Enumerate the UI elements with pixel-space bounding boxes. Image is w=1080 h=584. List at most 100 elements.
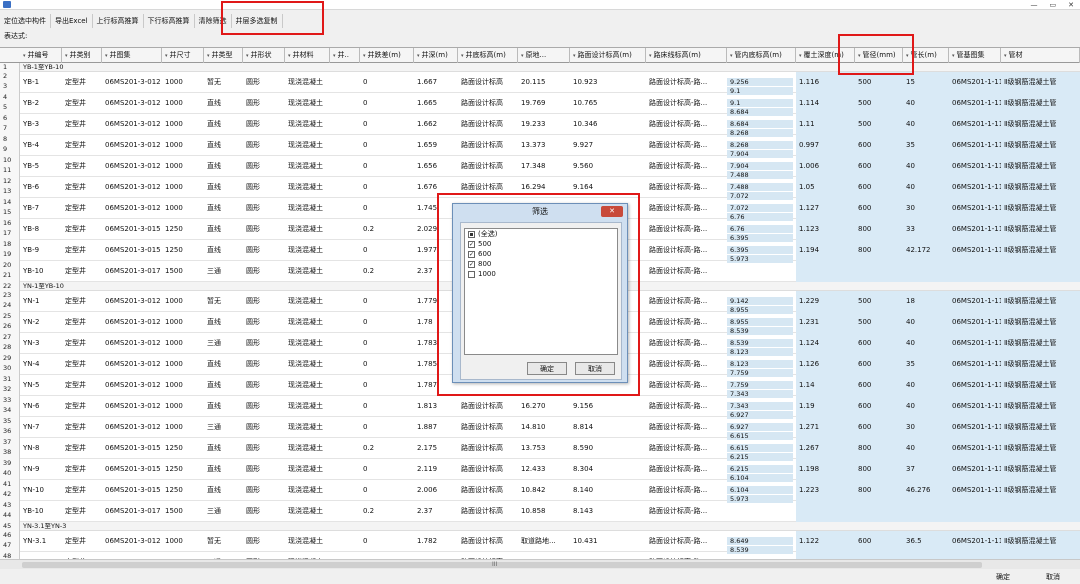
- table-cell[interactable]: 圆形: [243, 375, 285, 396]
- pipe-invert-value[interactable]: 7.759: [727, 381, 793, 389]
- row-number[interactable]: 23: [0, 291, 20, 301]
- table-cell[interactable]: 600: [855, 396, 903, 417]
- table-cell[interactable]: 1250: [162, 438, 204, 459]
- table-cell[interactable]: 40: [903, 93, 949, 114]
- table-cell[interactable]: 1500: [162, 261, 204, 282]
- table-cell[interactable]: 1000: [162, 72, 204, 93]
- row-number[interactable]: 12: [0, 177, 20, 187]
- column-filter-icon[interactable]: ▾: [730, 53, 733, 59]
- table-cell[interactable]: 直线: [204, 375, 243, 396]
- table-cell[interactable]: [796, 501, 855, 522]
- table-cell[interactable]: [903, 261, 949, 282]
- table-cell[interactable]: 现浇混凝土: [285, 198, 330, 219]
- column-header[interactable]: ▾ 路面设计标高(m): [570, 48, 646, 63]
- pipe-invert-value[interactable]: 8.539: [727, 327, 793, 335]
- table-cell[interactable]: [1001, 552, 1080, 559]
- table-cell[interactable]: [796, 552, 855, 559]
- table-cell[interactable]: 500: [855, 312, 903, 333]
- table-cell[interactable]: 现浇混凝土: [285, 552, 330, 559]
- column-header[interactable]: ▾ 井图集: [102, 48, 162, 63]
- table-cell[interactable]: 1.11: [796, 114, 855, 135]
- row-number[interactable]: 32: [0, 385, 20, 396]
- pipe-invert-value[interactable]: 8.123: [727, 360, 793, 368]
- table-cell[interactable]: 10.842: [518, 480, 570, 501]
- table-cell[interactable]: 直线: [204, 114, 243, 135]
- table-cell[interactable]: [330, 480, 360, 501]
- row-number[interactable]: 11: [0, 166, 20, 177]
- table-cell[interactable]: 暂无: [204, 531, 243, 552]
- pipe-invert-value[interactable]: 7.488: [727, 183, 793, 191]
- table-row[interactable]: YN-8 定型井 06MS201-3-015 1250 直线 圆形 现浇混凝土 0.2 2.17…: [20, 438, 1080, 459]
- table-cell[interactable]: 路面设计标高-路...: [646, 312, 727, 333]
- table-cell[interactable]: 2.37: [414, 501, 458, 522]
- table-cell[interactable]: 19.189: [518, 552, 570, 559]
- table-cell[interactable]: [949, 261, 1001, 282]
- table-cell[interactable]: 600: [855, 417, 903, 438]
- table-cell[interactable]: 直线: [204, 156, 243, 177]
- table-cell[interactable]: YB-1: [20, 72, 62, 93]
- table-cell[interactable]: 0: [360, 198, 414, 219]
- column-filter-icon[interactable]: ▾: [906, 53, 909, 59]
- table-cell[interactable]: 1000: [162, 156, 204, 177]
- row-number[interactable]: 6: [0, 114, 20, 124]
- table-cell[interactable]: 1.659: [414, 135, 458, 156]
- table-cell[interactable]: 路面设计标高-路...: [646, 417, 727, 438]
- table-cell[interactable]: 现浇混凝土: [285, 156, 330, 177]
- table-cell[interactable]: 路面设计标高: [458, 93, 518, 114]
- row-number[interactable]: 42: [0, 490, 20, 501]
- table-cell[interactable]: 46.276: [903, 480, 949, 501]
- pipe-invert-value[interactable]: 6.927: [727, 423, 793, 431]
- table-row[interactable]: YN-7 定型井 06MS201-3-012 1000 三通 圆形 现浇混凝土 0 1.887 路…: [20, 417, 1080, 438]
- pipe-invert-value[interactable]: 9.256: [727, 78, 793, 86]
- table-cell[interactable]: 0.2: [360, 261, 414, 282]
- table-cell[interactable]: 1.127: [796, 198, 855, 219]
- table-cell[interactable]: 定型井: [62, 354, 102, 375]
- table-cell[interactable]: 路面设计标高-路...: [646, 375, 727, 396]
- table-cell[interactable]: 30: [903, 198, 949, 219]
- table-cell[interactable]: 1000: [162, 396, 204, 417]
- table-cell[interactable]: 40: [903, 438, 949, 459]
- table-cell[interactable]: 0: [360, 93, 414, 114]
- table-cell[interactable]: 圆形: [243, 552, 285, 559]
- row-number[interactable]: 7: [0, 124, 20, 135]
- table-cell[interactable]: 06MS201-1-11: [949, 198, 1001, 219]
- restore-button[interactable]: ▭: [1050, 0, 1057, 10]
- table-cell[interactable]: 1.05: [796, 177, 855, 198]
- table-cell[interactable]: Ⅱ级钢筋混凝土管: [1001, 198, 1080, 219]
- table-cell[interactable]: Ⅱ级钢筋混凝土管: [1001, 177, 1080, 198]
- table-cell[interactable]: 8.814: [570, 417, 646, 438]
- table-cell[interactable]: 直线: [204, 312, 243, 333]
- table-cell[interactable]: 直线: [204, 219, 243, 240]
- table-cell[interactable]: [330, 261, 360, 282]
- table-cell[interactable]: 路面设计标高-路...: [646, 177, 727, 198]
- row-number[interactable]: 27: [0, 333, 20, 343]
- row-number[interactable]: 28: [0, 343, 20, 354]
- table-cell[interactable]: 路面设计标高-路...: [646, 396, 727, 417]
- table-cell[interactable]: 定型井: [62, 531, 102, 552]
- table-cell[interactable]: 8.143: [570, 501, 646, 522]
- column-header[interactable]: ▾ 管径(mm): [855, 48, 903, 63]
- table-cell[interactable]: 定型井: [62, 240, 102, 261]
- table-row[interactable]: YN-10 定型井 06MS201-3-015 1250 直线 圆形 现浇混凝土 0 2.006…: [20, 480, 1080, 501]
- table-cell[interactable]: [330, 93, 360, 114]
- table-cell[interactable]: [330, 291, 360, 312]
- table-cell[interactable]: 路面设计标高: [458, 417, 518, 438]
- table-cell[interactable]: 06MS201-1-11: [949, 114, 1001, 135]
- table-cell[interactable]: 06MS201-1-11: [949, 240, 1001, 261]
- table-cell[interactable]: 现浇混凝土: [285, 501, 330, 522]
- table-cell[interactable]: 路面设计标高-路...: [646, 261, 727, 282]
- row-number[interactable]: 37: [0, 438, 20, 448]
- row-number[interactable]: 46: [0, 531, 20, 541]
- table-row[interactable]: YB-6 定型井 06MS201-3-012 1000 直线 圆形 现浇混凝土 0 1.676 路…: [20, 177, 1080, 198]
- table-cell[interactable]: 直线: [204, 396, 243, 417]
- row-number[interactable]: 35: [0, 417, 20, 427]
- table-cell[interactable]: 06MS201-3-015: [102, 480, 162, 501]
- table-cell[interactable]: 10.431: [570, 531, 646, 552]
- table-cell[interactable]: 直线: [204, 354, 243, 375]
- table-cell[interactable]: 600: [855, 375, 903, 396]
- table-cell[interactable]: 800: [855, 219, 903, 240]
- row-number[interactable]: 19: [0, 250, 20, 261]
- table-row[interactable]: YB-4 定型井 06MS201-3-012 1000 直线 圆形 现浇混凝土 0 1.659 路…: [20, 135, 1080, 156]
- table-cell[interactable]: 圆形: [243, 93, 285, 114]
- row-number[interactable]: 29: [0, 354, 20, 364]
